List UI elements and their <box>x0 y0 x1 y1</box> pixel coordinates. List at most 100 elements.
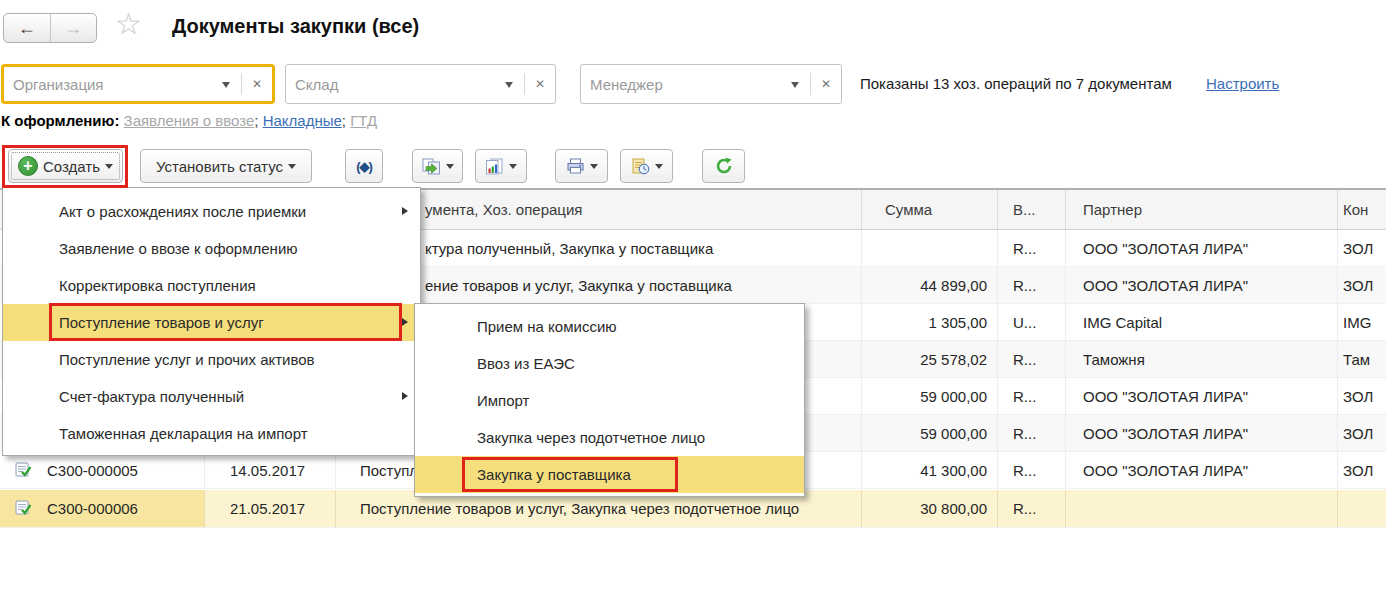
annotation-rect-submenu-item <box>462 457 678 492</box>
chevron-down-icon[interactable] <box>211 67 241 101</box>
set-status-button[interactable]: Установить статус <box>140 149 312 183</box>
print-button[interactable] <box>555 149 608 183</box>
sum-cell: 30 800,00 <box>847 490 987 527</box>
to-process-row: К оформлению: Заявления о ввозе; Накладн… <box>1 112 377 129</box>
sum-cell: 1 305,00 <box>847 304 987 341</box>
counterparty-cell: IMG <box>1343 304 1371 341</box>
menu-item-entry-application[interactable]: Заявление о ввозе к оформлению <box>3 230 420 267</box>
organization-placeholder: Организация <box>4 76 211 93</box>
menu-item-receipt-correction[interactable]: Корректировка поступления <box>3 267 420 304</box>
warehouse-placeholder: Склад <box>286 76 494 93</box>
sum-cell: 59 000,00 <box>847 378 987 415</box>
currency-cell: R... <box>1013 378 1036 415</box>
period-icon <box>356 158 372 174</box>
chevron-down-icon <box>288 164 296 173</box>
col-header-doc-type[interactable]: умента, Хоз. операция <box>425 190 582 229</box>
annotation-rect-menu-item <box>49 303 402 341</box>
warehouse-filter-combo[interactable]: Склад <box>285 64 556 104</box>
load-document-button[interactable] <box>412 149 463 183</box>
page-title: Документы закупки (все) <box>172 15 419 38</box>
link-entry-applications[interactable]: Заявления о ввозе <box>124 112 255 129</box>
sum-cell: 25 578,02 <box>847 341 987 378</box>
doc-type-cell: ение товаров и услуг, Закупка у поставщи… <box>425 267 732 304</box>
chevron-down-icon[interactable] <box>494 65 524 103</box>
counterparty-cell: Там <box>1343 341 1370 378</box>
partner-cell: ООО "ЗОЛОТАЯ ЛИРА" <box>1083 378 1248 415</box>
col-header-currency[interactable]: В... <box>1013 190 1036 229</box>
clear-icon[interactable] <box>811 77 841 91</box>
partner-cell: Таможня <box>1083 341 1145 378</box>
menu-item-services-receipt[interactable]: Поступление услуг и прочих активов <box>3 341 420 378</box>
period-button[interactable] <box>345 149 383 183</box>
counterparty-cell: ЗОЛ <box>1343 415 1373 452</box>
link-invoices[interactable]: Накладные <box>263 112 342 129</box>
sum-cell: 44 899,00 <box>847 267 987 304</box>
favorite-star-icon[interactable] <box>115 6 142 42</box>
document-check-icon <box>15 462 32 478</box>
refresh-button[interactable] <box>702 149 745 183</box>
currency-cell: R... <box>1013 452 1036 489</box>
counterparty-cell: ЗОЛ <box>1343 267 1373 304</box>
refresh-icon <box>715 157 733 175</box>
currency-cell: R... <box>1013 230 1036 267</box>
doc-date-cell: 14.05.2017 <box>230 452 305 489</box>
submenu-arrow-icon <box>402 207 408 215</box>
document-check-icon <box>15 500 32 516</box>
records-summary: Показаны 13 хоз. операций по 7 документа… <box>860 75 1172 92</box>
col-header-partner[interactable]: Партнер <box>1083 190 1142 229</box>
doc-number-cell: С300-000005 <box>47 452 138 489</box>
manager-filter-combo[interactable]: Менеджер <box>580 64 842 104</box>
currency-cell: R... <box>1013 341 1036 378</box>
manager-placeholder: Менеджер <box>581 76 780 93</box>
sum-cell: 59 000,00 <box>847 415 987 452</box>
col-header-sum[interactable]: Сумма <box>885 190 932 229</box>
copy-arrow-icon <box>422 158 441 175</box>
configure-link[interactable]: Настроить <box>1206 75 1279 92</box>
currency-cell: R... <box>1013 490 1036 527</box>
submenu-item-import[interactable]: Импорт <box>415 382 804 419</box>
submenu-item-commission[interactable]: Прием на комиссию <box>415 308 804 345</box>
partner-cell: IMG Capital <box>1083 304 1162 341</box>
clear-icon[interactable] <box>525 77 555 91</box>
chart-document-icon <box>485 158 504 175</box>
to-process-label: К оформлению: <box>1 112 119 129</box>
chevron-down-icon <box>446 164 454 173</box>
purchase-documents-screen: Документы закупки (все) Организация Скла… <box>0 0 1386 604</box>
reports-button[interactable] <box>475 149 527 183</box>
submenu-arrow-icon <box>402 318 408 326</box>
sum-cell: 41 300,00 <box>847 452 987 489</box>
currency-cell: U... <box>1013 304 1036 341</box>
currency-cell: R... <box>1013 415 1036 452</box>
doc-type-cell: ктура полученный, Закупка у поставщика <box>425 230 713 267</box>
chevron-down-icon[interactable] <box>780 65 810 103</box>
menu-item-discrepancy-act[interactable]: Акт о расхождениях после приемки <box>3 193 420 230</box>
back-button[interactable] <box>4 14 51 42</box>
partner-cell: ООО "ЗОЛОТАЯ ЛИРА" <box>1083 415 1248 452</box>
submenu-item-accountable-person[interactable]: Закупка через подотчетное лицо <box>415 419 804 456</box>
col-header-counterparty[interactable]: Кон <box>1343 190 1368 229</box>
chevron-down-icon <box>590 164 598 173</box>
partner-cell: ООО "ЗОЛОТАЯ ЛИРА" <box>1083 267 1248 304</box>
doc-type-cell: Поступл <box>360 452 418 489</box>
submenu-item-eaeu-import[interactable]: Ввоз из ЕАЭС <box>415 345 804 382</box>
chevron-down-icon <box>655 164 663 173</box>
currency-cell: R... <box>1013 267 1036 304</box>
organization-filter-combo[interactable]: Организация <box>1 64 275 104</box>
menu-item-invoice-received[interactable]: Счет-фактура полученный <box>3 378 420 415</box>
counterparty-cell: ЗОЛ <box>1343 378 1373 415</box>
annotation-rect-create <box>2 145 128 188</box>
scheduled-docs-button[interactable] <box>620 149 673 183</box>
clear-icon[interactable] <box>242 77 272 91</box>
doc-number-cell: С300-000006 <box>47 490 138 527</box>
partner-cell: ООО "ЗОЛОТАЯ ЛИРА" <box>1083 452 1248 489</box>
doc-date-cell: 21.05.2017 <box>230 490 305 527</box>
submenu-arrow-icon <box>402 392 408 400</box>
counterparty-cell: ЗОЛ <box>1343 452 1373 489</box>
forward-button[interactable] <box>51 14 97 42</box>
menu-item-customs-declaration[interactable]: Таможенная декларация на импорт <box>3 415 420 452</box>
printer-icon <box>566 158 585 175</box>
nav-button-group <box>3 13 97 43</box>
document-clock-icon <box>631 158 650 175</box>
link-gtd[interactable]: ГТД <box>350 112 377 129</box>
chevron-down-icon <box>509 164 517 173</box>
